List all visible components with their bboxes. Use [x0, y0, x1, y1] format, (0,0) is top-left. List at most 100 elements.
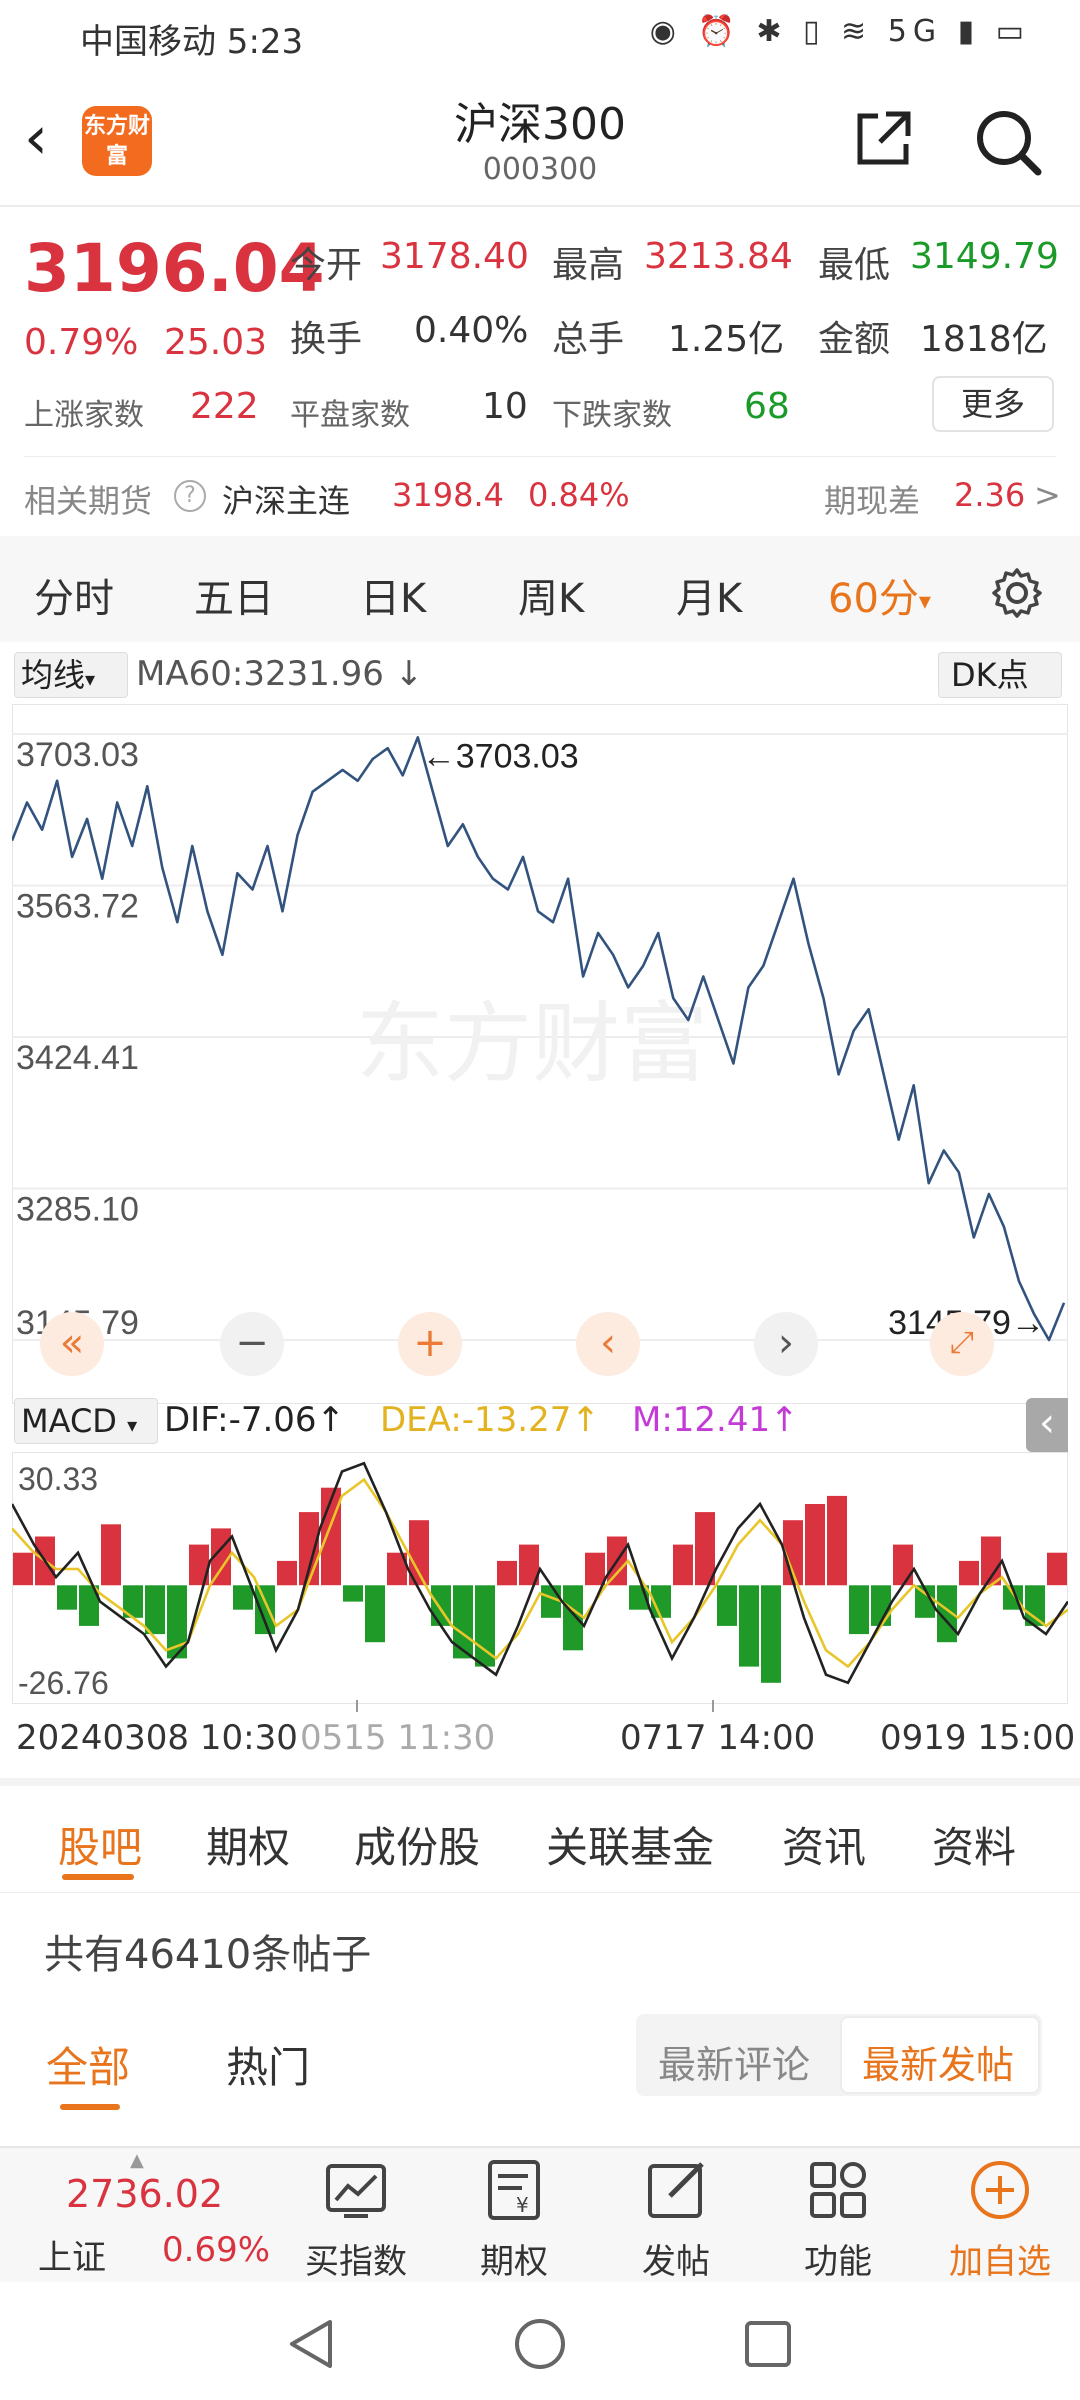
system-nav-bar [0, 2284, 1080, 2400]
scroll-left-fast-icon[interactable]: « [40, 1312, 104, 1376]
high-value: 3213.84 [644, 236, 793, 277]
futures-price: 3198.4 [392, 476, 504, 514]
options-label[interactable]: 期权 [444, 2234, 584, 2283]
macd-hist-bar [585, 1552, 605, 1586]
macd-max-tick: 30.33 [18, 1461, 98, 1497]
tab-five-day[interactable]: 五日 [194, 566, 274, 624]
axis-tick [356, 1700, 358, 1712]
status-bar: 中国移动 5:23 ◉ ⏰ ✱ ▯ ≋ 5G ▮ ▭ [0, 0, 1080, 70]
futures-label: 相关期货 [24, 482, 153, 520]
zoom-out-icon[interactable]: − [220, 1312, 284, 1376]
active-tab-underline [62, 1874, 134, 1880]
functions-grid-icon[interactable] [806, 2158, 870, 2222]
high-label: 最高 [552, 245, 625, 286]
options-icon[interactable]: ¥ [482, 2158, 546, 2222]
macd-select[interactable]: MACD ▾ [14, 1398, 158, 1444]
tab-all[interactable]: 全部 [46, 2034, 130, 2095]
up-count-label: 上涨家数 [24, 398, 144, 433]
zoom-in-icon[interactable]: + [398, 1312, 462, 1376]
amount-value: 1818亿 [920, 319, 1048, 360]
macd-hist-bar [739, 1585, 759, 1667]
macd-hist-bar [1047, 1552, 1067, 1586]
tab-60min[interactable]: 60分▾ [828, 566, 931, 624]
indicator-select[interactable]: 均线▾ [14, 652, 128, 698]
post-label[interactable]: 发帖 [606, 2234, 746, 2283]
tab-intraday[interactable]: 分时 [34, 566, 114, 624]
sort-latest-post[interactable]: 最新发帖 [862, 2034, 1014, 2089]
add-watchlist-label[interactable]: 加自选 [930, 2234, 1070, 2283]
help-icon[interactable]: ? [174, 480, 206, 512]
open-value: 3178.40 [380, 236, 529, 277]
sh-index-pct[interactable]: 0.69% [162, 2230, 270, 2270]
basis-label: 期现差 [824, 482, 921, 520]
buy-index-label[interactable]: 买指数 [286, 2234, 426, 2283]
functions-label[interactable]: 功能 [768, 2234, 908, 2283]
macd-hist-bar [717, 1585, 737, 1626]
tab-guba[interactable]: 股吧 [58, 1814, 142, 1875]
status-icons: ◉ ⏰ ✱ ▯ ≋ 5G ▮ ▭ [649, 14, 1030, 49]
date-axis [12, 1700, 1068, 1712]
flat-count: 10 [482, 386, 528, 427]
nav-recents-icon[interactable] [742, 2318, 794, 2370]
macd-hist-bar [343, 1585, 363, 1602]
change-value: 25.03 [164, 322, 268, 363]
macd-hist-bar [497, 1560, 517, 1586]
tab-constituents[interactable]: 成份股 [354, 1814, 480, 1875]
tab-monthly-k[interactable]: 月K [676, 566, 742, 624]
tab-news[interactable]: 资讯 [782, 1814, 866, 1875]
current-price: 3196.04 [24, 230, 325, 307]
macd-hist-bar [673, 1544, 693, 1586]
settings-gear-icon[interactable] [990, 566, 1044, 620]
tab-profile[interactable]: 资料 [932, 1814, 1016, 1875]
macd-hist-bar [563, 1585, 583, 1651]
tab-hot[interactable]: 热门 [226, 2034, 310, 2095]
tab-options[interactable]: 期权 [206, 1814, 290, 1875]
macd-hist-bar [13, 1552, 33, 1586]
dk-point-button[interactable]: DK点 [938, 652, 1062, 698]
nav-home-icon[interactable] [512, 2316, 568, 2372]
search-icon[interactable] [972, 106, 1044, 178]
macd-hist-bar [365, 1585, 385, 1643]
axis-tick [712, 1700, 714, 1712]
macd-hist-bar [57, 1585, 77, 1610]
post-edit-icon[interactable] [644, 2158, 708, 2222]
header: ‹ 东方财富 沪深300 000300 [0, 70, 1080, 205]
add-watchlist-icon[interactable] [968, 2158, 1032, 2222]
basis-value: 2.36 [954, 476, 1026, 514]
date-label: 0515 11:30 [300, 1718, 496, 1758]
futures-pct: 0.84% [528, 476, 630, 514]
chevron-right-icon[interactable]: > [1034, 476, 1061, 514]
more-button[interactable]: 更多 [932, 376, 1054, 432]
tab-daily-k[interactable]: 日K [360, 566, 426, 624]
divider [0, 205, 1080, 207]
change-pct: 0.79% [24, 322, 139, 363]
page-title: 沪深300 [454, 99, 626, 150]
volume-value: 1.25亿 [668, 319, 785, 360]
y-tick-label: 3563.72 [16, 888, 139, 926]
macd-hist-bar [255, 1585, 275, 1635]
date-label: 0717 14:00 [620, 1718, 816, 1758]
tab-related-funds[interactable]: 关联基金 [546, 1814, 714, 1875]
fullscreen-icon[interactable]: ⤢ [930, 1312, 994, 1376]
chevron-right-icon[interactable]: › [754, 1312, 818, 1376]
date-label: 20240308 10:30 [16, 1718, 298, 1758]
futures-name[interactable]: 沪深主连 [222, 476, 350, 522]
price-line-chart[interactable]: 东方财富 3703.033563.723424.413285.103145.79… [12, 704, 1068, 1404]
macd-hist-bar [695, 1512, 715, 1586]
sort-latest-comment[interactable]: 最新评论 [658, 2034, 810, 2089]
collapse-panel-icon[interactable]: ‹ [1026, 1398, 1068, 1452]
macd-chart[interactable]: 30.33 -26.76 [12, 1452, 1068, 1704]
sh-index-name[interactable]: 上证 [38, 2230, 106, 2279]
nav-back-icon[interactable] [284, 2316, 336, 2372]
buy-index-icon[interactable] [324, 2158, 388, 2222]
up-count: 222 [190, 386, 259, 427]
caret-up-icon: ▲ [130, 2150, 144, 2171]
tab-weekly-k[interactable]: 周K [518, 566, 584, 624]
low-value: 3149.79 [910, 236, 1059, 277]
active-subtab-underline [60, 2104, 120, 2110]
sh-index-value[interactable]: 2736.02 [66, 2172, 223, 2216]
date-label: 0919 15:00 [880, 1718, 1076, 1758]
y-tick-label: 3424.41 [16, 1039, 139, 1077]
share-icon[interactable] [852, 106, 916, 170]
chevron-left-icon[interactable]: ‹ [576, 1312, 640, 1376]
